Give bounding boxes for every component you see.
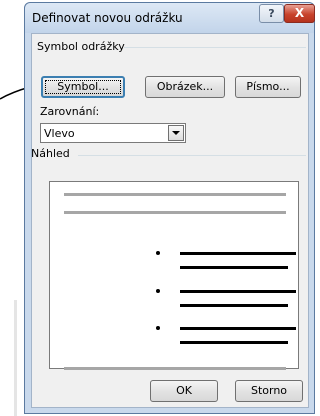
- cancel-button-label: Storno: [250, 384, 288, 397]
- ok-button-label: OK: [176, 384, 192, 397]
- background-window: [0, 0, 26, 416]
- close-icon: X: [294, 6, 305, 20]
- cancel-button[interactable]: Storno: [235, 380, 303, 402]
- preview-bullet: [156, 289, 160, 293]
- preview-bullet-line: [180, 327, 296, 330]
- preview-bullet-line: [180, 266, 288, 269]
- alignment-label: Zarovnání:: [40, 105, 100, 118]
- title-bar: Definovat novou odrážku ? X: [25, 3, 315, 33]
- close-button[interactable]: X: [284, 4, 315, 23]
- dialog-body: Symbol odrážky Symbol... Obrázek... Písm…: [31, 33, 309, 408]
- preview-bullet: [156, 251, 160, 255]
- bullet-preview: [49, 181, 299, 370]
- alignment-select[interactable]: Vlevo: [40, 123, 186, 143]
- preview-divider: [78, 155, 306, 156]
- bullet-symbol-group-label: Symbol odrážky: [37, 40, 125, 53]
- dropdown-button[interactable]: [168, 125, 184, 141]
- preview-group-label: Náhled: [31, 147, 70, 160]
- font-button[interactable]: Písmo...: [235, 76, 301, 98]
- preview-bullet-line: [180, 290, 296, 293]
- image-button-label: Obrázek...: [156, 80, 214, 93]
- preview-bullet-line: [180, 341, 288, 344]
- dialog-title: Definovat novou odrážku: [32, 11, 183, 25]
- font-button-label: Písmo...: [246, 80, 290, 93]
- define-bullet-dialog: Definovat novou odrážku ? X Symbol odráž…: [24, 2, 315, 414]
- image-button[interactable]: Obrázek...: [145, 76, 225, 98]
- preview-canvas: [64, 193, 296, 370]
- help-icon: ?: [268, 7, 275, 20]
- background-edge: [14, 300, 17, 416]
- preview-line: [64, 367, 286, 370]
- ok-button[interactable]: OK: [150, 380, 218, 402]
- group-divider: [124, 47, 306, 48]
- symbol-button[interactable]: Symbol...: [41, 76, 125, 98]
- alignment-value: Vlevo: [44, 127, 75, 140]
- preview-bullet-line: [180, 252, 296, 255]
- preview-bullet: [156, 326, 160, 330]
- help-button[interactable]: ?: [259, 4, 284, 23]
- preview-line: [64, 193, 286, 196]
- preview-line: [64, 211, 286, 214]
- focus-rect: [45, 80, 121, 94]
- chevron-down-icon: [172, 131, 180, 135]
- preview-bullet-line: [180, 304, 288, 307]
